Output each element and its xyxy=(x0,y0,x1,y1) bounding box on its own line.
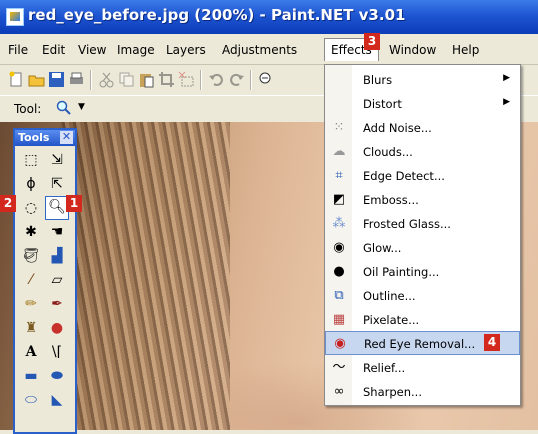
sharpen-icon: ∞ xyxy=(333,384,345,399)
menu-item-red-eye-removal[interactable]: ◉ Red Eye Removal... 4 xyxy=(325,331,520,355)
menu-item-edge-detect[interactable]: ⌗ Edge Detect... xyxy=(325,164,520,188)
window-title: red_eye_before.jpg (200%) - Paint.NET v3… xyxy=(28,6,406,24)
rectangle-tool-icon[interactable]: ▬ xyxy=(21,366,41,386)
tools-window-header[interactable]: Tools ✕ xyxy=(15,130,75,146)
menu-item-add-noise[interactable]: ⁙ Add Noise... xyxy=(325,116,520,140)
menu-item-relief[interactable]: 〜 Relief... xyxy=(325,356,520,380)
paste-icon[interactable] xyxy=(138,71,155,88)
effects-menu: Blurs ▶ Distort ▶ ⁙ Add Noise... ☁ Clouds...… xyxy=(324,64,521,406)
pixelate-icon: ▦ xyxy=(332,312,346,327)
close-icon[interactable]: ✕ xyxy=(60,131,73,144)
menu-item-frosted-glass[interactable]: ⁂ Frosted Glass... xyxy=(325,212,520,236)
frosted-glass-icon: ⁂ xyxy=(332,216,346,231)
paint-net-app-icon[interactable] xyxy=(6,8,24,26)
emboss-icon: ◩ xyxy=(332,192,346,207)
tools-window: Tools ✕ ⬚ ⇲ ɸ ⇱ ◌ 🔍︎ ✱ ☚ 🪣︎ ▟ ⁄ ▱ ✏︎ ✒︎ … xyxy=(13,128,77,434)
paintbrush-icon[interactable]: ⁄ xyxy=(21,270,41,290)
redo-icon[interactable] xyxy=(228,71,245,88)
clone-stamp-icon[interactable]: ♜ xyxy=(21,318,41,338)
undo-icon[interactable] xyxy=(208,71,225,88)
menu-view[interactable]: View xyxy=(78,43,106,57)
menu-layers[interactable]: Layers xyxy=(166,43,206,57)
submenu-arrow-icon: ▶ xyxy=(503,97,510,107)
menu-bar: File Edit View Image Layers Adjustments … xyxy=(0,34,538,65)
menu-item-outline[interactable]: ⧉ Outline... xyxy=(325,284,520,308)
ellipse-select-icon[interactable]: ◌ xyxy=(21,198,41,218)
oil-painting-icon: ● xyxy=(333,264,345,279)
callout-badge-1: 1 xyxy=(66,195,82,212)
menu-item-distort[interactable]: Distort ▶ xyxy=(325,92,520,116)
ellipse-tool-icon[interactable]: ⬭ xyxy=(21,390,41,410)
freeform-shape-icon[interactable]: ◣ xyxy=(47,390,67,410)
menu-item-blurs[interactable]: Blurs ▶ xyxy=(325,68,520,92)
rounded-rectangle-icon[interactable]: ⬬ xyxy=(47,366,67,386)
cut-icon[interactable] xyxy=(98,71,115,88)
open-folder-icon[interactable] xyxy=(28,71,45,88)
chevron-down-icon[interactable]: ▼ xyxy=(78,102,85,112)
move-selected-icon[interactable]: ⇱ xyxy=(47,174,67,194)
deselect-icon[interactable] xyxy=(178,71,195,88)
menu-file[interactable]: File xyxy=(8,43,28,57)
menu-window[interactable]: Window xyxy=(389,43,436,57)
callout-badge-3: 3 xyxy=(364,33,380,50)
submenu-arrow-icon: ▶ xyxy=(503,73,510,83)
menu-item-oil-painting[interactable]: ● Oil Painting... xyxy=(325,260,520,284)
tool-label: Tool: xyxy=(14,102,42,116)
clouds-icon: ☁ xyxy=(332,144,346,159)
save-icon[interactable] xyxy=(48,71,65,88)
move-selection-icon[interactable]: ⇲ xyxy=(47,150,67,170)
print-icon[interactable] xyxy=(68,71,85,88)
menu-help[interactable]: Help xyxy=(452,43,479,57)
image-hair-region xyxy=(60,122,230,430)
pencil-icon[interactable]: ✏︎ xyxy=(21,294,41,314)
tools-window-title: Tools xyxy=(18,131,50,144)
relief-icon: 〜 xyxy=(332,360,346,375)
new-image-icon[interactable] xyxy=(8,71,25,88)
red-eye-icon: ◉ xyxy=(334,336,346,351)
zoom-out-icon[interactable] xyxy=(258,71,275,88)
noise-icon: ⁙ xyxy=(333,120,345,135)
rectangle-select-icon[interactable]: ⬚ xyxy=(21,150,41,170)
callout-badge-4: 4 xyxy=(484,334,500,351)
menu-item-pixelate[interactable]: ▦ Pixelate... xyxy=(325,308,520,332)
menu-adjustments[interactable]: Adjustments xyxy=(222,43,297,57)
text-tool-icon[interactable]: A xyxy=(21,342,41,362)
menu-item-sharpen[interactable]: ∞ Sharpen... xyxy=(325,380,520,404)
gradient-icon[interactable]: ▟ xyxy=(47,246,67,266)
menu-image[interactable]: Image xyxy=(117,43,155,57)
title-bar: red_eye_before.jpg (200%) - Paint.NET v3… xyxy=(0,0,538,34)
zoom-tool-selector-icon[interactable] xyxy=(56,100,72,116)
callout-badge-2: 2 xyxy=(0,195,16,212)
magic-wand-icon[interactable]: ✱ xyxy=(21,222,41,242)
paint-bucket-icon[interactable]: 🪣︎ xyxy=(21,246,41,266)
recolor-icon[interactable]: ● xyxy=(47,318,67,338)
crop-icon[interactable] xyxy=(158,71,175,88)
line-curve-icon[interactable]: \⌈ xyxy=(47,342,67,362)
color-picker-icon[interactable]: ✒︎ xyxy=(47,294,67,314)
copy-icon[interactable] xyxy=(118,71,135,88)
lasso-select-icon[interactable]: ɸ xyxy=(21,174,41,194)
eraser-icon[interactable]: ▱ xyxy=(47,270,67,290)
menu-item-glow[interactable]: ◉ Glow... xyxy=(325,236,520,260)
menu-item-clouds[interactable]: ☁ Clouds... xyxy=(325,140,520,164)
edge-detect-icon: ⌗ xyxy=(335,168,343,183)
glow-icon: ◉ xyxy=(333,240,345,255)
pan-hand-icon[interactable]: ☚ xyxy=(47,222,67,242)
menu-item-emboss[interactable]: ◩ Emboss... xyxy=(325,188,520,212)
outline-icon: ⧉ xyxy=(334,288,344,303)
menu-edit[interactable]: Edit xyxy=(42,43,65,57)
